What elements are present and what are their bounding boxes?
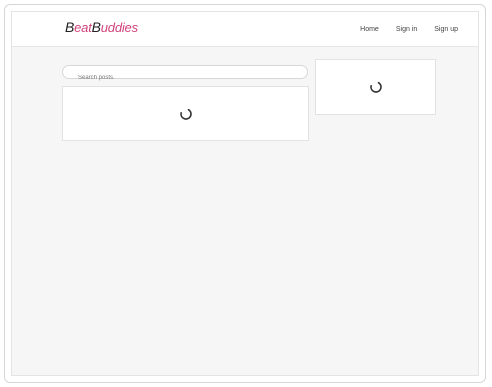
search-input[interactable]: [63, 72, 298, 84]
brand-logo[interactable]: BeatBuddies: [65, 19, 138, 36]
sidebar-panel: [315, 59, 436, 115]
brand-initial-1: B: [65, 19, 75, 35]
brand-text-1: eat: [74, 20, 92, 35]
browser-frame: BeatBuddies Home Sign in Sign up: [4, 4, 486, 383]
nav-sign-up-link[interactable]: Sign up: [434, 25, 458, 34]
spinner-icon: [369, 80, 383, 94]
spinner-icon: [179, 107, 193, 121]
brand-initial-2: B: [91, 19, 101, 35]
posts-panel: [62, 86, 309, 141]
nav-home-link[interactable]: Home: [360, 25, 379, 34]
nav-sign-in-link[interactable]: Sign in: [396, 25, 417, 34]
nav-links: Home Sign in Sign up: [343, 25, 458, 34]
navbar: BeatBuddies Home Sign in Sign up: [12, 12, 478, 47]
brand-text-2: uddies: [100, 20, 138, 35]
search-bar: [62, 65, 308, 84]
page: BeatBuddies Home Sign in Sign up: [11, 11, 479, 376]
